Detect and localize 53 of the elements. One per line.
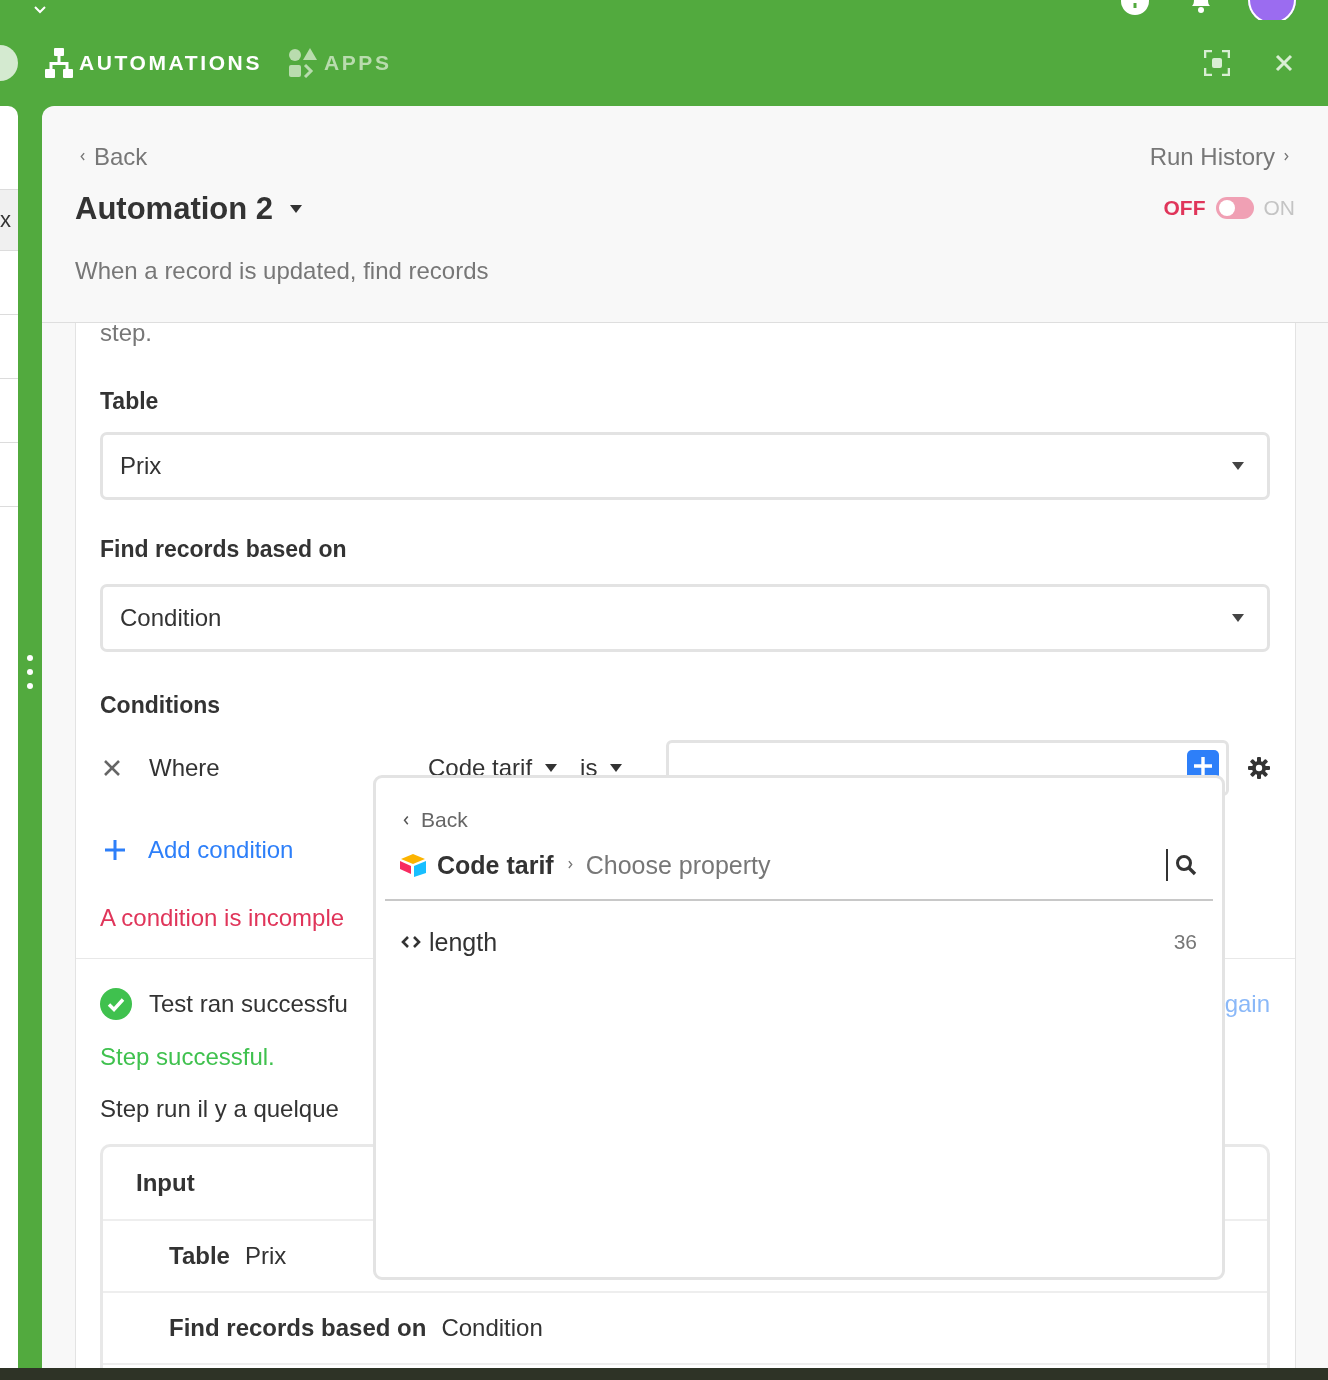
automation-title[interactable]: Automation 2 [75, 189, 489, 229]
add-condition-link[interactable]: Add condition [105, 835, 294, 865]
toggle-switch[interactable] [1215, 197, 1254, 219]
back-link[interactable]: Back [385, 805, 468, 835]
property-option[interactable]: length 36 [385, 927, 1213, 957]
chevron-icon [79, 151, 87, 163]
shapes-icon [288, 48, 318, 78]
run-time: Step run il y a quelque [100, 1094, 340, 1124]
check-circle-icon [100, 988, 132, 1020]
option-count: 36 [1173, 930, 1197, 954]
automation-description: When a record is updated, find records [75, 256, 489, 286]
caret-icon [1231, 613, 1245, 623]
drag-handle-icon[interactable] [27, 655, 33, 689]
property-value: Condition [441, 1314, 543, 1342]
chevron-icon [1282, 151, 1290, 163]
close-icon[interactable] [1274, 53, 1294, 73]
dropdown-select[interactable]: Condition [100, 584, 1270, 652]
remove-icon[interactable] [103, 759, 121, 777]
option-name: length [429, 927, 498, 957]
dropdown-select[interactable]: Prix [100, 432, 1270, 500]
off-label: OFF [1163, 196, 1206, 220]
plus-icon [105, 840, 125, 860]
flowchart-icon [45, 48, 73, 78]
error-message: A condition is incomple [100, 903, 346, 933]
search-icon[interactable] [1175, 854, 1197, 876]
back-link[interactable]: Back [79, 142, 489, 172]
tab[interactable]: AUTOMATIONS [45, 48, 262, 78]
caret-icon [544, 763, 559, 773]
step-description: step. [100, 323, 154, 348]
table-cell: x [0, 207, 11, 233]
breadcrumb-prompt: Choose property [585, 850, 771, 880]
settings-icon[interactable] [1248, 757, 1270, 779]
run-history-link[interactable]: Run History [1149, 142, 1290, 172]
fullscreen-icon[interactable] [1204, 50, 1230, 76]
field-label: Table [100, 387, 160, 416]
code-icon [401, 935, 421, 949]
property-name: Table [169, 1242, 230, 1270]
test-status: Test ran successfu [149, 990, 348, 1018]
table-name: Code tarif [437, 850, 554, 880]
success-message: Step successful. [100, 1042, 276, 1072]
table-logo-icon [399, 853, 427, 877]
caret-icon [1231, 461, 1245, 471]
chevron-icon [565, 859, 574, 871]
condition-prefix: Where [149, 754, 221, 782]
chevron-icon [402, 813, 411, 827]
caret-icon [609, 763, 624, 773]
property-name: Find records based on [169, 1314, 427, 1342]
text-cursor [1166, 849, 1168, 881]
property-value: Prix [244, 1242, 287, 1270]
caret-icon [34, 6, 46, 14]
caret-icon [289, 204, 304, 214]
section-label: Conditions [100, 691, 222, 720]
field-label: Find records based on [100, 535, 348, 564]
